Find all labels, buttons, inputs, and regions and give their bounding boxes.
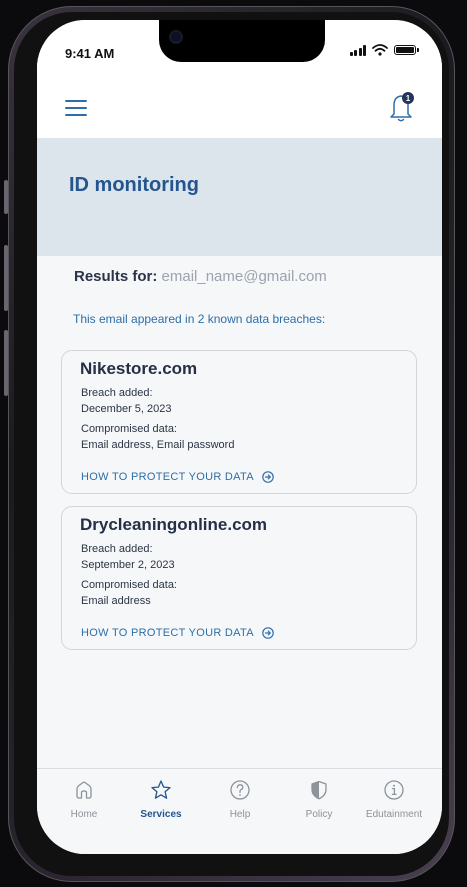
notch xyxy=(159,20,325,62)
page-title: ID monitoring xyxy=(69,174,199,196)
info-icon xyxy=(384,780,404,800)
camera xyxy=(171,32,181,42)
arrow-right-circle-icon xyxy=(262,471,274,483)
battery-icon xyxy=(394,45,419,55)
menu-icon[interactable] xyxy=(65,100,87,116)
protect-data-link-label: HOW TO PROTECT YOUR DATA xyxy=(81,627,254,639)
status-time: 9:41 AM xyxy=(65,46,115,61)
tab-policy[interactable]: Policy xyxy=(284,779,354,820)
tab-label: Services xyxy=(140,809,182,820)
protect-data-link[interactable]: HOW TO PROTECT YOUR DATA xyxy=(81,471,274,483)
breach-added-date: December 5, 2023 xyxy=(81,403,172,415)
mute-switch xyxy=(4,180,8,214)
breach-summary: This email appeared in 2 known data brea… xyxy=(73,312,326,326)
signal-icon xyxy=(349,44,366,56)
tab-label: Policy xyxy=(305,809,333,820)
shield-icon xyxy=(311,780,327,800)
app-header: 1 xyxy=(37,80,442,138)
bell-icon: 1 xyxy=(390,92,414,122)
results-label: Results for: xyxy=(74,268,158,285)
volume-down-button xyxy=(4,330,8,396)
breach-card: Drycleaningonline.com Breach added: Sept… xyxy=(61,506,417,650)
star-icon xyxy=(151,780,171,799)
breach-site: Drycleaningonline.com xyxy=(80,515,268,534)
breach-site: Nikestore.com xyxy=(80,359,198,378)
status-icons xyxy=(349,44,419,56)
breach-added-label: Breach added: xyxy=(81,543,153,555)
tab-home[interactable]: Home xyxy=(49,779,119,820)
app-screen: 9:41 AM 1 ID monitoring Results for: ema… xyxy=(37,20,442,854)
notification-bell-button[interactable]: 1 xyxy=(386,90,418,124)
tab-label: Edutainment xyxy=(365,809,423,820)
breach-added-date: September 2, 2023 xyxy=(81,559,175,571)
compromised-label: Compromised data: xyxy=(81,423,177,435)
bottom-tab-bar: Home Services Help Policy Edutainment xyxy=(37,768,442,854)
protect-data-link-label: HOW TO PROTECT YOUR DATA xyxy=(81,471,254,483)
compromised-label: Compromised data: xyxy=(81,579,177,591)
protect-data-link[interactable]: HOW TO PROTECT YOUR DATA xyxy=(81,627,274,639)
breach-added-label: Breach added: xyxy=(81,387,153,399)
tab-label: Home xyxy=(70,809,98,820)
compromised-value: Email address, Email password xyxy=(81,439,235,451)
tab-services[interactable]: Services xyxy=(126,779,196,820)
tab-label: Help xyxy=(229,809,251,820)
tab-help[interactable]: Help xyxy=(205,779,275,820)
question-icon xyxy=(230,780,250,800)
notification-count: 1 xyxy=(406,94,411,103)
hero-curve xyxy=(37,215,442,248)
arrow-right-circle-icon xyxy=(262,627,274,639)
breach-card: Nikestore.com Breach added: December 5, … xyxy=(61,350,417,494)
results-email: email_name@gmail.com xyxy=(161,268,327,285)
tab-edutainment[interactable]: Edutainment xyxy=(359,779,429,820)
home-icon xyxy=(76,781,92,799)
volume-up-button xyxy=(4,245,8,311)
compromised-value: Email address xyxy=(81,595,151,607)
results-line: Results for: email_name@gmail.com xyxy=(74,268,327,285)
wifi-icon xyxy=(372,44,388,56)
